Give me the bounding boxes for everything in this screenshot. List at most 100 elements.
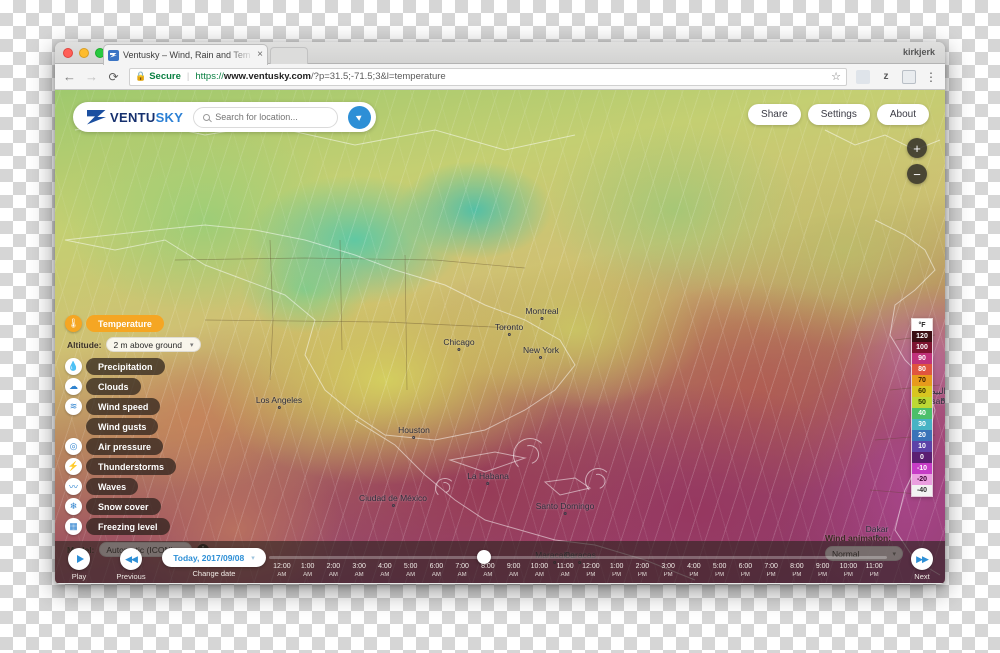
layer-row-freezing-level[interactable]: ▦ Freezing level (65, 518, 209, 535)
city-marker-dot (391, 504, 395, 507)
legend-stop-11: 0 (912, 452, 932, 463)
timeline-tick[interactable]: 1:00 PM (610, 563, 624, 579)
layer-button-wind-speed[interactable]: Wind speed (86, 398, 161, 415)
search-input[interactable] (215, 112, 329, 122)
legend-stop-14: -40 (912, 485, 932, 496)
about-button[interactable]: About (876, 104, 929, 125)
timeline-tick[interactable]: 2:00 PM (636, 563, 650, 579)
timeline-tick[interactable]: 9:00 AM (507, 563, 521, 579)
timeline-tick[interactable]: 1:00 AM (301, 563, 315, 579)
layer-button-air-pressure[interactable]: Air pressure (86, 438, 164, 455)
legend-stop-4: 70 (912, 375, 932, 386)
extension-square-icon[interactable] (902, 69, 916, 84)
zoom-in-button[interactable]: + (907, 138, 927, 158)
layer-row-thunderstorms[interactable]: ⚡ Thunderstorms (65, 458, 209, 475)
layer-row-clouds[interactable]: ☁ Clouds (65, 378, 209, 395)
layer-row-air-pressure[interactable]: ◎ Air pressure (65, 438, 209, 455)
next-button[interactable]: ▶▶ (911, 548, 933, 570)
previous-icon: ◀◀ (125, 553, 138, 564)
layer-button-waves[interactable]: Waves (86, 478, 139, 495)
layer-row-waves[interactable]: 〰 Waves (65, 478, 209, 495)
timeline-tick-time: 7:00 (764, 563, 778, 570)
search-location-box[interactable] (193, 106, 339, 128)
extension-puzzle-icon[interactable] (856, 69, 870, 84)
altitude-select[interactable]: 2 m above ground ▾ (106, 337, 201, 352)
back-icon[interactable]: ← (63, 70, 76, 83)
timeline-tick[interactable]: 5:00 AM (404, 563, 418, 579)
previous-button[interactable]: ◀◀ (120, 548, 142, 570)
timeline-tick-time: 6:00 (429, 563, 444, 570)
timeline-tick[interactable]: 9:00 PM (816, 563, 830, 579)
time-slider[interactable]: 12:00 AM 1:00 AM 2:00 AM 3:00 AM 4:00 AM 5:00 AM 6:0… (269, 541, 899, 583)
timeline-tick-time: 10:00 (839, 563, 858, 570)
timeline-tick[interactable]: 12:00 PM (582, 563, 600, 579)
locate-me-button[interactable] (348, 105, 372, 129)
map-zoom-controls: + − (907, 138, 927, 184)
change-date-group: Today, 2017/09/08 ▾ Change date (159, 541, 269, 578)
timeline-tick-time: 3:00 (661, 563, 675, 570)
layer-row-wind-gusts[interactable]: Wind gusts (65, 418, 209, 435)
time-slider-handle[interactable] (477, 550, 492, 564)
timeline-tick[interactable]: 6:00 PM (739, 563, 753, 579)
new-tab-button[interactable] (270, 47, 308, 64)
legend-stop-6: 50 (912, 397, 932, 408)
legend-stop-0: 120 (912, 331, 932, 342)
timeline-tick[interactable]: 8:00 AM (481, 563, 495, 579)
layer-row-temperature[interactable]: 🌡 Temperature (65, 315, 209, 332)
timeline-tick-meridiem: AM (509, 571, 519, 578)
timeline-tick[interactable]: 11:00 PM (866, 563, 883, 579)
layer-button-wind-gusts[interactable]: Wind gusts (86, 418, 159, 435)
timeline-tick[interactable]: 8:00 PM (790, 563, 804, 579)
city-label: Ciudad de México (359, 493, 427, 507)
timeline-tick-meridiem: PM (766, 571, 776, 578)
address-bar[interactable]: 🔒 Secure | https://www.ventusky.com/?p=3… (129, 67, 847, 86)
play-button[interactable] (68, 548, 90, 570)
timeline-tick[interactable]: 12:00 AM (273, 563, 291, 579)
layer-button-thunderstorms[interactable]: Thunderstorms (86, 458, 177, 475)
layer-row-wind-speed[interactable]: ≋ Wind speed (65, 398, 209, 415)
layer-selection-panel: 🌡 Temperature Altitude: 2 m above ground… (65, 315, 209, 560)
browser-tab[interactable]: Ventusky – Wind, Rain and Tem × (103, 44, 268, 65)
settings-button[interactable]: Settings (807, 104, 870, 125)
timeline-tick-meridiem: AM (560, 571, 570, 578)
bookmark-star-icon[interactable]: ☆ (831, 70, 841, 83)
layer-button-precipitation[interactable]: Precipitation (86, 358, 165, 375)
minimize-window-button[interactable] (79, 48, 89, 58)
timeline-tick[interactable]: 3:00 AM (352, 563, 366, 579)
ventusky-logo[interactable]: VENTUSKY (87, 109, 183, 125)
timeline-tick[interactable]: 4:00 AM (378, 563, 392, 579)
timeline-tick[interactable]: 11:00 AM (557, 563, 574, 579)
timeline-tick[interactable]: 6:00 AM (430, 563, 444, 579)
map-viewport[interactable]: Montreal Toronto Chicago New York Los Angele… (55, 90, 945, 583)
share-button[interactable]: Share (748, 104, 801, 125)
browser-profile-name[interactable]: kirkjerk (903, 47, 935, 57)
layer-button-snow-cover[interactable]: Snow cover (86, 498, 161, 515)
forward-icon: → (85, 69, 98, 84)
layer-row-precipitation[interactable]: 💧 Precipitation (65, 358, 209, 375)
layer-row-snow-cover[interactable]: ❄ Snow cover (65, 498, 209, 515)
extension-zotero-icon[interactable]: z (879, 70, 893, 84)
timeline-tick[interactable]: 3:00 PM (661, 563, 675, 579)
browser-menu-icon[interactable]: ⋮ (925, 71, 937, 83)
chevron-down-icon: ▾ (251, 554, 255, 562)
change-date-button[interactable]: Today, 2017/09/08 ▾ (162, 548, 266, 567)
reload-icon[interactable]: ⟳ (107, 71, 120, 83)
layer-button-freezing-level[interactable]: Freezing level (86, 518, 170, 535)
zoom-out-button[interactable]: − (907, 164, 927, 184)
timeline-tick[interactable]: 7:00 PM (764, 563, 778, 579)
timeline-tick[interactable]: 2:00 AM (327, 563, 341, 579)
navigation-arrow-icon (355, 113, 364, 121)
close-window-button[interactable] (63, 48, 73, 58)
time-slider-track[interactable] (269, 556, 887, 559)
timeline-tick[interactable]: 5:00 PM (713, 563, 727, 579)
timeline-tick[interactable]: 10:00 AM (531, 563, 549, 579)
timeline-tick[interactable]: 10:00 PM (840, 563, 858, 579)
layer-button-clouds[interactable]: Clouds (86, 378, 141, 395)
browser-toolbar: ← → ⟳ 🔒 Secure | https://www.ventusky.co… (55, 64, 945, 90)
timeline-tick[interactable]: 4:00 PM (687, 563, 701, 579)
layer-button-temperature[interactable]: Temperature (86, 315, 164, 332)
window-traffic-lights (63, 48, 105, 58)
close-tab-icon[interactable]: × (257, 50, 263, 60)
timeline-tick[interactable]: 7:00 AM (455, 563, 469, 579)
timeline-tick-meridiem: AM (457, 571, 467, 578)
